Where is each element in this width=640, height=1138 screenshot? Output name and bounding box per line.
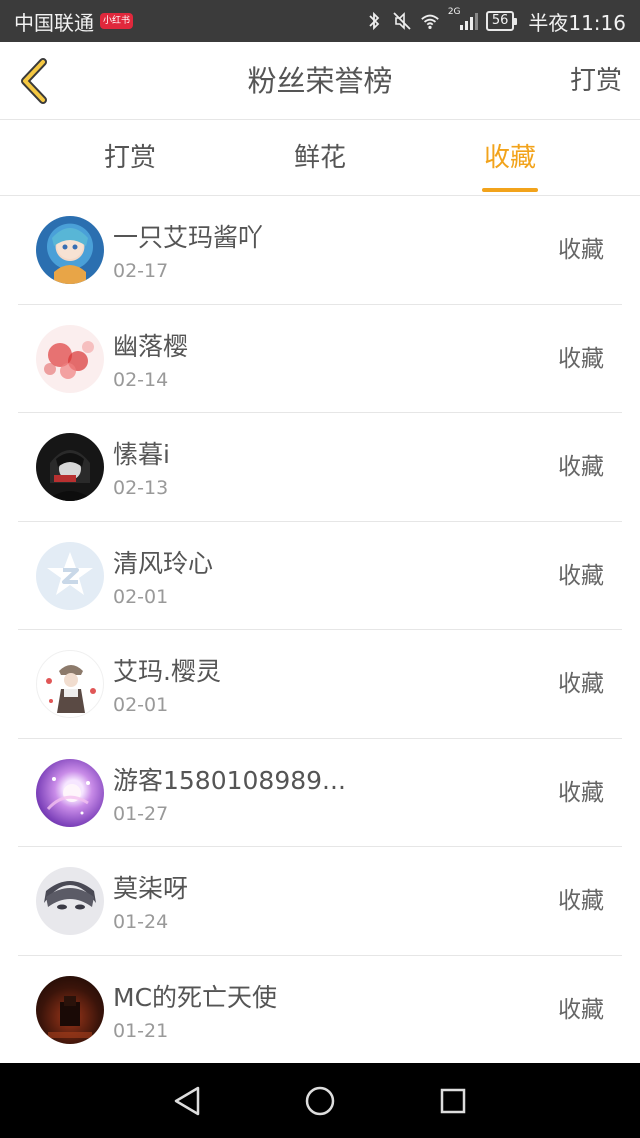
avatar[interactable] — [36, 216, 104, 284]
tab-label: 鲜花 — [293, 143, 346, 173]
network-type: 2G — [447, 7, 461, 17]
avatar[interactable] — [36, 867, 104, 935]
user-name: 游客1580108989... — [113, 765, 346, 795]
user-name: 幽落樱 — [113, 331, 189, 361]
nav-home-button[interactable] — [290, 1071, 350, 1131]
back-triangle-icon — [174, 1086, 199, 1115]
fan-list: 一只艾玛酱吖 02-17 收藏 幽落樱 02-14 收藏 愫暮i 02-13 收… — [0, 196, 640, 1063]
signal-icon: 2G — [448, 7, 478, 31]
favorite-label: 收藏 — [558, 779, 604, 806]
system-nav-bar — [0, 1063, 640, 1138]
list-item[interactable]: 幽落樱 02-14 收藏 — [18, 305, 622, 413]
list-item[interactable]: 莫柒呀 01-24 收藏 — [18, 847, 622, 956]
favorite-label: 收藏 — [558, 671, 604, 697]
back-button[interactable] — [14, 56, 54, 106]
bluetooth-icon — [364, 11, 384, 31]
favorite-label: 收藏 — [558, 562, 604, 589]
list-item[interactable]: 一只艾玛酱吖 02-17 收藏 — [18, 196, 622, 305]
user-name: 愫暮i — [113, 440, 170, 469]
avatar[interactable] — [36, 650, 104, 718]
home-circle-icon — [305, 1086, 335, 1115]
list-item[interactable]: 艾玛.樱灵 02-01 收藏 — [18, 630, 622, 739]
tab-label: 打赏 — [103, 143, 156, 173]
tab-bar: 打赏 鲜花 收藏 — [0, 120, 640, 196]
avatar[interactable] — [36, 541, 104, 610]
favorite-label: 收藏 — [558, 996, 604, 1023]
date: 01-24 — [113, 911, 169, 933]
user-name: 清风玲心 — [113, 548, 214, 578]
avatar[interactable] — [36, 758, 104, 827]
battery-indicator: 56 — [485, 11, 517, 31]
list-item[interactable]: MC的死亡天使 01-21 收藏 — [18, 956, 622, 1064]
chevron-left-icon — [21, 58, 47, 104]
list-item[interactable]: 游客1580108989... 01-27 收藏 — [18, 739, 622, 847]
date: 02-13 — [113, 477, 169, 499]
user-name: 艾玛.樱灵 — [113, 657, 221, 686]
mute-icon — [392, 11, 412, 31]
favorite-label: 收藏 — [558, 237, 604, 263]
tab-label: 收藏 — [483, 143, 536, 173]
date: 01-21 — [113, 1019, 169, 1042]
favorite-label: 收藏 — [558, 454, 604, 480]
user-name: 莫柒呀 — [113, 874, 189, 903]
reward-button[interactable]: 打赏 — [570, 42, 622, 120]
avatar[interactable] — [36, 433, 104, 501]
tab-favorites[interactable]: 收藏 — [450, 120, 570, 196]
carrier-name: 中国联通 — [14, 10, 94, 35]
clock: 半夜11:16 — [528, 10, 626, 35]
tab-reward[interactable]: 打赏 — [70, 120, 190, 196]
list-item[interactable]: 清风玲心 02-01 收藏 — [18, 522, 622, 630]
date: 02-01 — [113, 585, 169, 608]
recents-square-icon — [441, 1088, 466, 1113]
avatar[interactable] — [36, 975, 104, 1044]
date: 02-14 — [113, 368, 169, 391]
wifi-icon — [420, 11, 440, 31]
active-tab-indicator — [482, 188, 538, 192]
status-icons: 2G 56 半夜11:16 — [364, 7, 626, 36]
app-header: 粉丝荣誉榜 打赏 — [0, 42, 640, 120]
page-title: 粉丝荣誉榜 — [247, 64, 393, 98]
user-name: 一只艾玛酱吖 — [113, 223, 264, 252]
carrier-badge: 小红书 — [100, 13, 134, 29]
favorite-label: 收藏 — [558, 888, 604, 914]
carrier-info: 中国联通 小红书 — [14, 7, 134, 36]
status-bar: 中国联通 小红书 2G 56 半夜11:16 — [0, 0, 640, 42]
date: 02-01 — [113, 694, 169, 716]
avatar[interactable] — [36, 324, 104, 393]
list-item[interactable]: 愫暮i 02-13 收藏 — [18, 413, 622, 522]
tab-flowers[interactable]: 鲜花 — [260, 120, 380, 196]
nav-recents-button[interactable] — [423, 1071, 483, 1131]
date: 02-17 — [113, 260, 169, 282]
date: 01-27 — [113, 802, 169, 825]
user-name: MC的死亡天使 — [113, 982, 278, 1012]
favorite-label: 收藏 — [558, 345, 604, 372]
nav-back-button[interactable] — [157, 1071, 217, 1131]
